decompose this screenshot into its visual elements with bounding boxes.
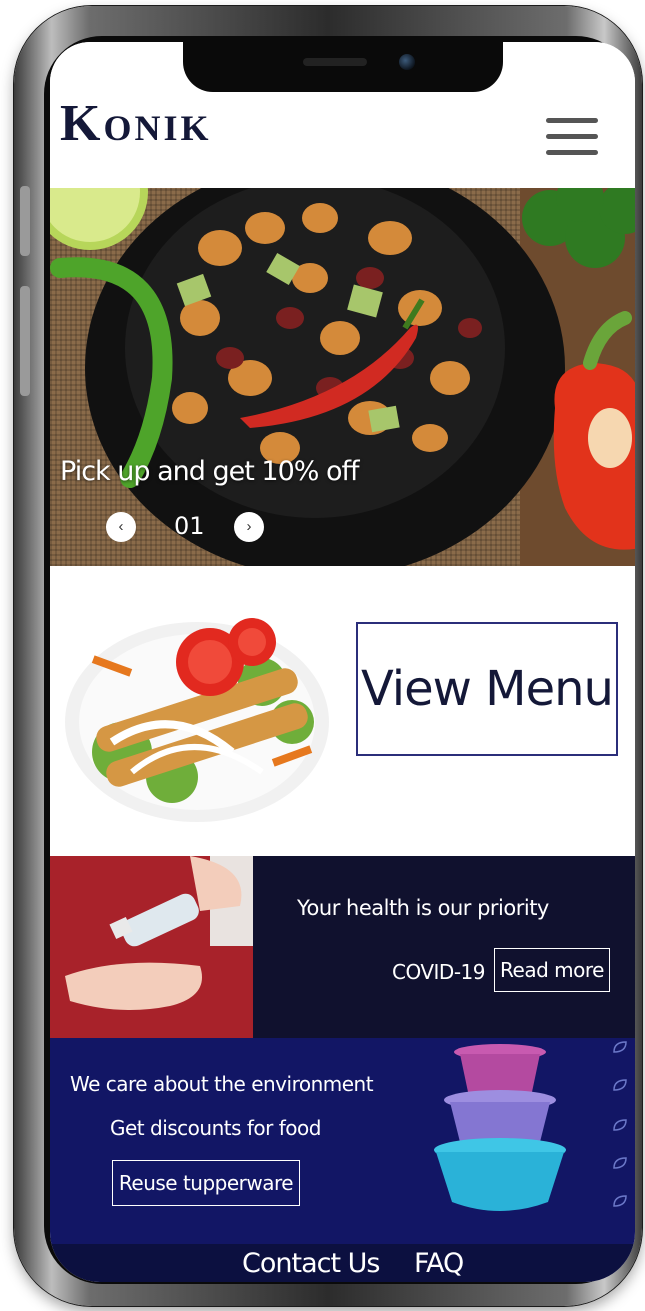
reuse-tupperware-button[interactable]: Reuse tupperware: [112, 1160, 300, 1206]
chevron-right-icon[interactable]: ›: [234, 512, 264, 542]
environment-title: We care about the environment: [70, 1072, 374, 1096]
leaf-icon: [613, 1157, 627, 1169]
footer-link-contact-us[interactable]: Contact Us: [242, 1248, 380, 1279]
hand-sanitizer-image: [50, 856, 253, 1038]
site-footer: Contact Us FAQ: [50, 1244, 635, 1282]
environment-section: We care about the environment Get discou…: [50, 1038, 635, 1244]
brand-logo[interactable]: Konik: [60, 94, 211, 153]
health-section: Your health is our priority COVID-19 Rea…: [50, 856, 635, 1038]
speaker-grille: [303, 58, 367, 66]
phone-side-button: [20, 286, 30, 396]
footer-link-faq[interactable]: FAQ: [414, 1248, 464, 1279]
tupperware-stack-image: [434, 1044, 566, 1211]
phone-side-button: [20, 186, 30, 256]
leaf-icon: [613, 1041, 627, 1053]
view-menu-button[interactable]: View Menu: [356, 622, 618, 756]
hamburger-menu-icon[interactable]: [546, 118, 598, 162]
covid-tag: COVID-19: [392, 960, 486, 984]
hero-carousel: Pick up and get 10% off ‹ 01 ›: [50, 188, 635, 566]
chevron-left-icon[interactable]: ‹: [106, 512, 136, 542]
read-more-button[interactable]: Read more: [494, 948, 610, 992]
leaf-icon: [613, 1119, 627, 1131]
environment-subtitle: Get discounts for food: [110, 1116, 321, 1140]
menu-section: View Menu: [50, 566, 635, 856]
promo-text: Pick up and get 10% off: [60, 456, 360, 487]
front-camera-icon: [399, 54, 415, 70]
phone-notch: [183, 42, 503, 92]
leaf-icon: [613, 1195, 627, 1207]
food-bowl-image: [50, 188, 635, 566]
health-title: Your health is our priority: [297, 896, 549, 920]
phone-screen: Konik Pick up and get 10% off ‹ 01 › Vie…: [50, 42, 635, 1282]
taquitos-plate-image: [65, 618, 329, 822]
slide-number: 01: [174, 512, 205, 540]
leaf-icon: [613, 1079, 627, 1091]
